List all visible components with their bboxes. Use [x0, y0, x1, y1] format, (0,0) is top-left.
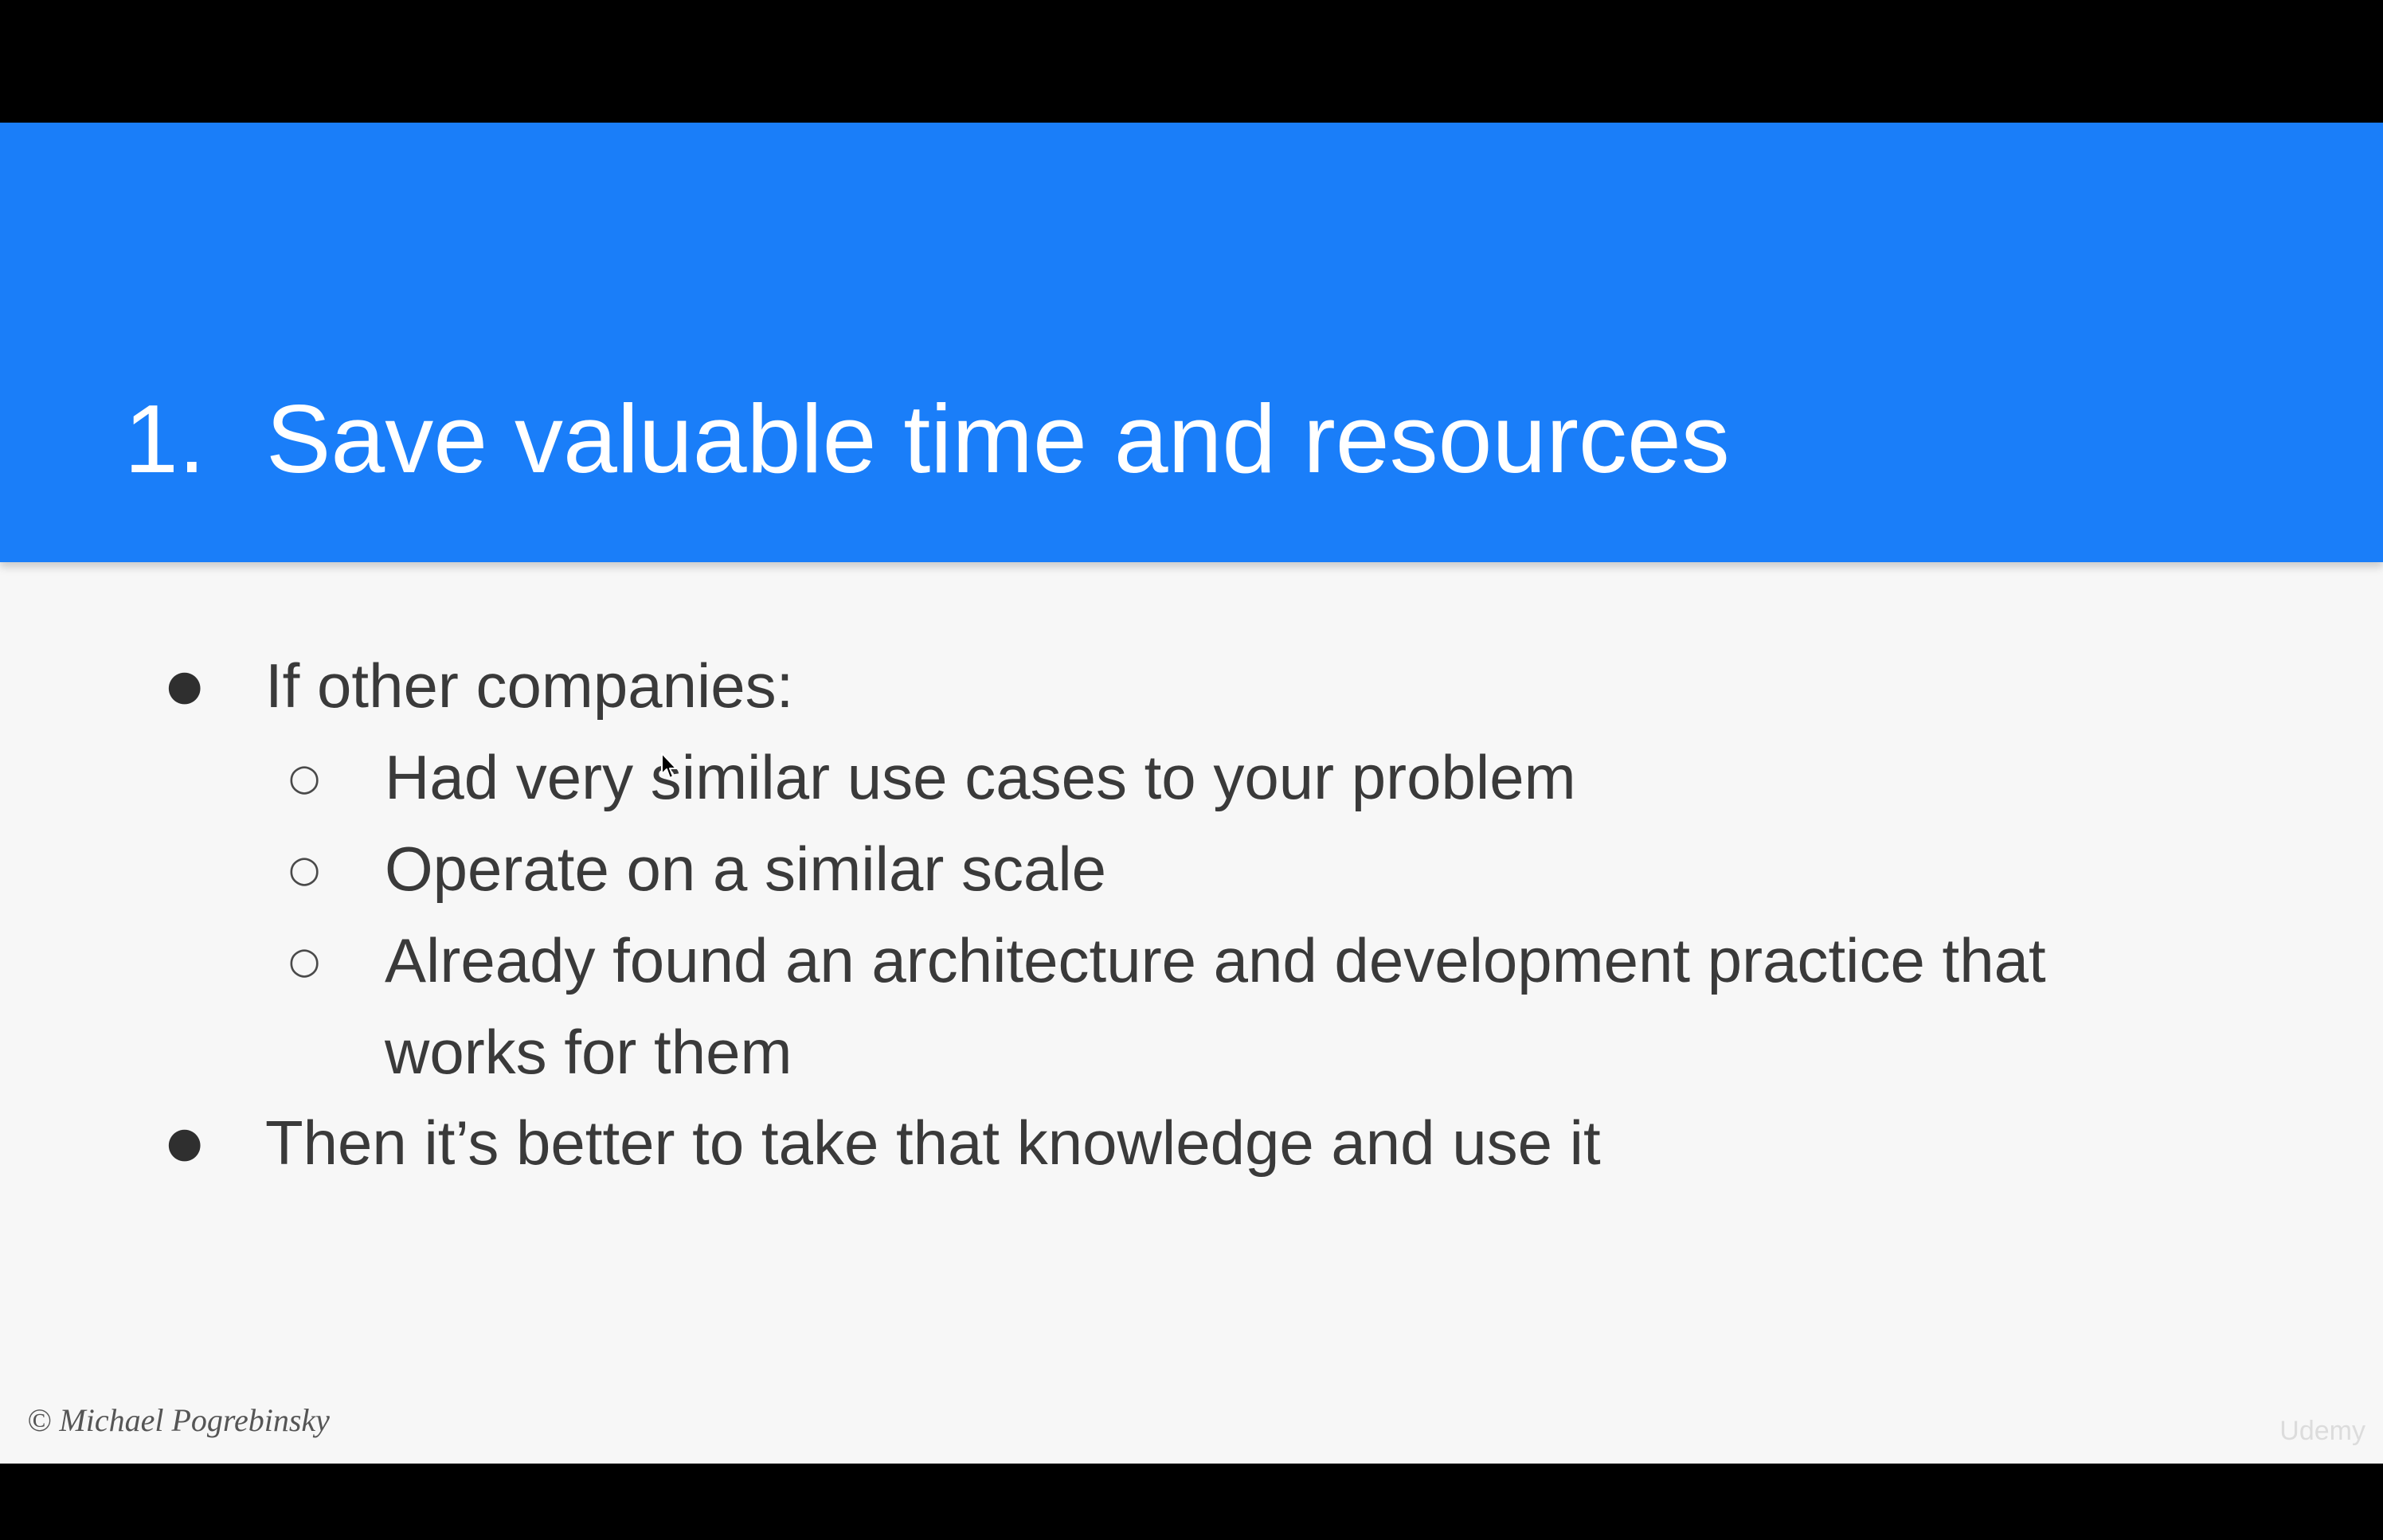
sub-bullet-item-continuation: works for them [385, 1017, 792, 1087]
mouse-pointer-icon [661, 752, 677, 779]
slide-body: ● If other companies: ○ Had very similar… [0, 123, 2383, 1464]
slide: 1. Save valuable time and resources ● If… [0, 123, 2383, 1464]
bullet-item: Then it’s better to take that knowledge … [265, 1108, 1601, 1178]
bullet-disc-icon: ● [166, 662, 203, 709]
copyright-footer: © Michael Pogrebinsky [27, 1402, 330, 1438]
sub-bullet-item: Operate on a similar scale [385, 834, 1107, 904]
bullet-circle-icon: ○ [288, 939, 321, 982]
sub-bullet-item: Already found an architecture and develo… [385, 925, 2046, 995]
bullet-circle-icon: ○ [288, 847, 321, 890]
sub-bullet-item: Had very similar use cases to your probl… [385, 742, 1576, 812]
video-frame: 1. Save valuable time and resources ● If… [0, 0, 2383, 1540]
bullet-item: If other companies: [265, 651, 794, 721]
watermark-logo: Udemy [2279, 1416, 2365, 1446]
bullet-circle-icon: ○ [288, 756, 321, 799]
bullet-disc-icon: ● [166, 1119, 203, 1167]
